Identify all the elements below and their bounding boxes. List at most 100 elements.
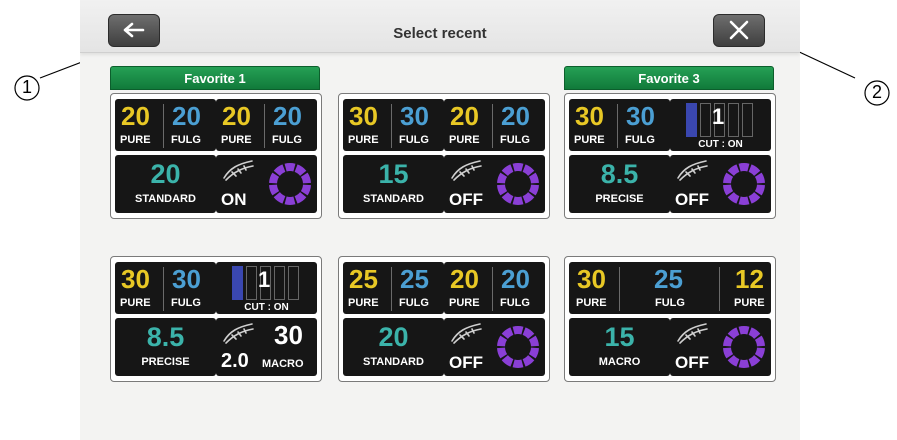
divider [619, 267, 620, 311]
handpiece-icon [677, 160, 708, 181]
fulg-value: 30 [626, 101, 655, 131]
callout-2-label: 2 [871, 82, 882, 102]
fulg-label: FULG [399, 297, 429, 309]
favorite-header[interactable]: Favorite 1 [110, 66, 320, 90]
handpiece-state: OFF [675, 353, 709, 372]
fulg-value: 20 [501, 264, 530, 294]
fulg-label: FULG [171, 297, 201, 309]
divider [492, 267, 493, 311]
recent-card[interactable]: 30 PURE 30 FULG 20 PURE 20 FULG 15 STANDARD OFF [338, 93, 550, 219]
fulg-value: 25 [400, 264, 429, 294]
cut-bar [742, 103, 753, 137]
macro-value: 30 [274, 320, 303, 350]
callout-1-label: 1 [21, 77, 32, 97]
cut-tile: 1 CUT : ON [670, 99, 771, 151]
power-ring-icon [497, 163, 539, 205]
divider [391, 267, 392, 311]
page-title: Select recent [393, 25, 487, 42]
pure-value: 30 [349, 101, 378, 131]
pair-tile: 25 PURE 25 FULG [343, 262, 444, 314]
divider [264, 104, 265, 148]
divider [492, 104, 493, 148]
recent-card[interactable]: 20 PURE 20 FULG 20 PURE 20 FULG 20 STANDARD ON [110, 93, 322, 219]
divider [391, 104, 392, 148]
pure-value: 30 [575, 101, 604, 131]
divider [719, 267, 720, 311]
recent-card[interactable]: 30 PURE 30 FULG 1 CUT : ON 8.5 PRECISE OFF [564, 93, 776, 219]
triple-tile: 30 PURE 25 FULG 12 PURE [569, 262, 771, 314]
pure-value: 20 [450, 264, 479, 294]
handpiece-state: OFF [675, 190, 709, 209]
fulg-value: 20 [501, 101, 530, 131]
mode-value: 20 [150, 159, 181, 189]
handpiece-icon [451, 323, 482, 344]
mode-label: PRECISE [141, 356, 190, 368]
handpiece-tile: ON [216, 155, 317, 213]
pure-label: PURE [348, 134, 379, 146]
mode-tile: 8.5 PRECISE [115, 318, 216, 376]
top-bar: Select recent [80, 0, 800, 53]
macro-sub-value: 2.0 [221, 350, 249, 372]
close-icon [729, 20, 749, 40]
handpiece-state: OFF [449, 190, 483, 209]
pair-tile: 20 PURE 20 FULG [444, 262, 545, 314]
pure-value-2: 12 [735, 264, 764, 294]
pair-tile: 20 PURE 20 FULG [115, 99, 216, 151]
favorite-header[interactable]: Favorite 3 [564, 66, 774, 90]
cut-bar [288, 266, 299, 300]
divider [163, 104, 164, 148]
cut-status-label: CUT : ON [244, 302, 289, 313]
pure-value: 20 [121, 101, 150, 131]
pair-tile: 30 PURE 30 FULG [569, 99, 670, 151]
handpiece-icon [223, 160, 254, 181]
fulg-label: FULG [625, 134, 655, 146]
handpiece-tile: OFF [670, 155, 771, 213]
handpiece-tile: OFF [444, 155, 545, 213]
screen: Select recent Favorite 1 20 PURE 20 FULG 20 PU… [80, 0, 800, 440]
pair-tile: 20 PURE 20 FULG [444, 99, 545, 151]
pure-value: 30 [577, 264, 606, 294]
pure-label: PURE [449, 297, 480, 309]
cut-level-bars [686, 103, 766, 137]
fulg-label: FULG [500, 297, 530, 309]
divider [163, 267, 164, 311]
pure-value: 20 [222, 101, 251, 131]
mode-label: PRECISE [595, 193, 644, 205]
handpiece-icon [677, 323, 708, 344]
divider [617, 104, 618, 148]
pair-tile: 30 PURE 30 FULG [115, 262, 216, 314]
cut-bar [232, 266, 243, 300]
pure-label: PURE [574, 134, 605, 146]
fulg-label: FULG [655, 297, 685, 309]
cut-status-label: CUT : ON [698, 139, 743, 150]
mode-value: 8.5 [146, 322, 185, 352]
fulg-value: 25 [654, 264, 683, 294]
cut-bar [274, 266, 285, 300]
pure-label: PURE [449, 134, 480, 146]
cut-level-value: 1 [258, 267, 271, 292]
cut-bar [686, 103, 697, 137]
mode-tile: 15 MACRO [569, 318, 670, 376]
power-ring-icon [723, 326, 765, 368]
pure-label: PURE [120, 297, 151, 309]
fulg-value: 30 [172, 264, 201, 294]
fulg-value: 30 [400, 101, 429, 131]
macro-label: MACRO [262, 358, 304, 370]
cut-level-value: 1 [712, 104, 725, 129]
pair-tile: 20 PURE 20 FULG [216, 99, 317, 151]
recent-card[interactable]: 25 PURE 25 FULG 20 PURE 20 FULG 20 STANDARD OFF [338, 256, 550, 382]
mode-tile: 20 STANDARD [343, 318, 444, 376]
recent-card[interactable]: 30 PURE 25 FULG 12 PURE 15 MACRO OFF [564, 256, 776, 382]
mode-tile: 8.5 PRECISE [569, 155, 670, 213]
cut-bar [700, 103, 711, 137]
handpiece-tile: OFF [670, 318, 771, 376]
recent-card[interactable]: 30 PURE 30 FULG 1 CUT : ON 8.5 PRECISE 30 2.0 MACR… [110, 256, 322, 382]
pure-label: PURE [221, 134, 252, 146]
cut-bar [246, 266, 257, 300]
power-ring-icon [269, 163, 311, 205]
handpiece-state: OFF [449, 353, 483, 372]
mode-tile: 20 STANDARD [115, 155, 216, 213]
pure-label: PURE [348, 297, 379, 309]
mode-value: 8.5 [600, 159, 639, 189]
close-button[interactable] [713, 14, 765, 47]
